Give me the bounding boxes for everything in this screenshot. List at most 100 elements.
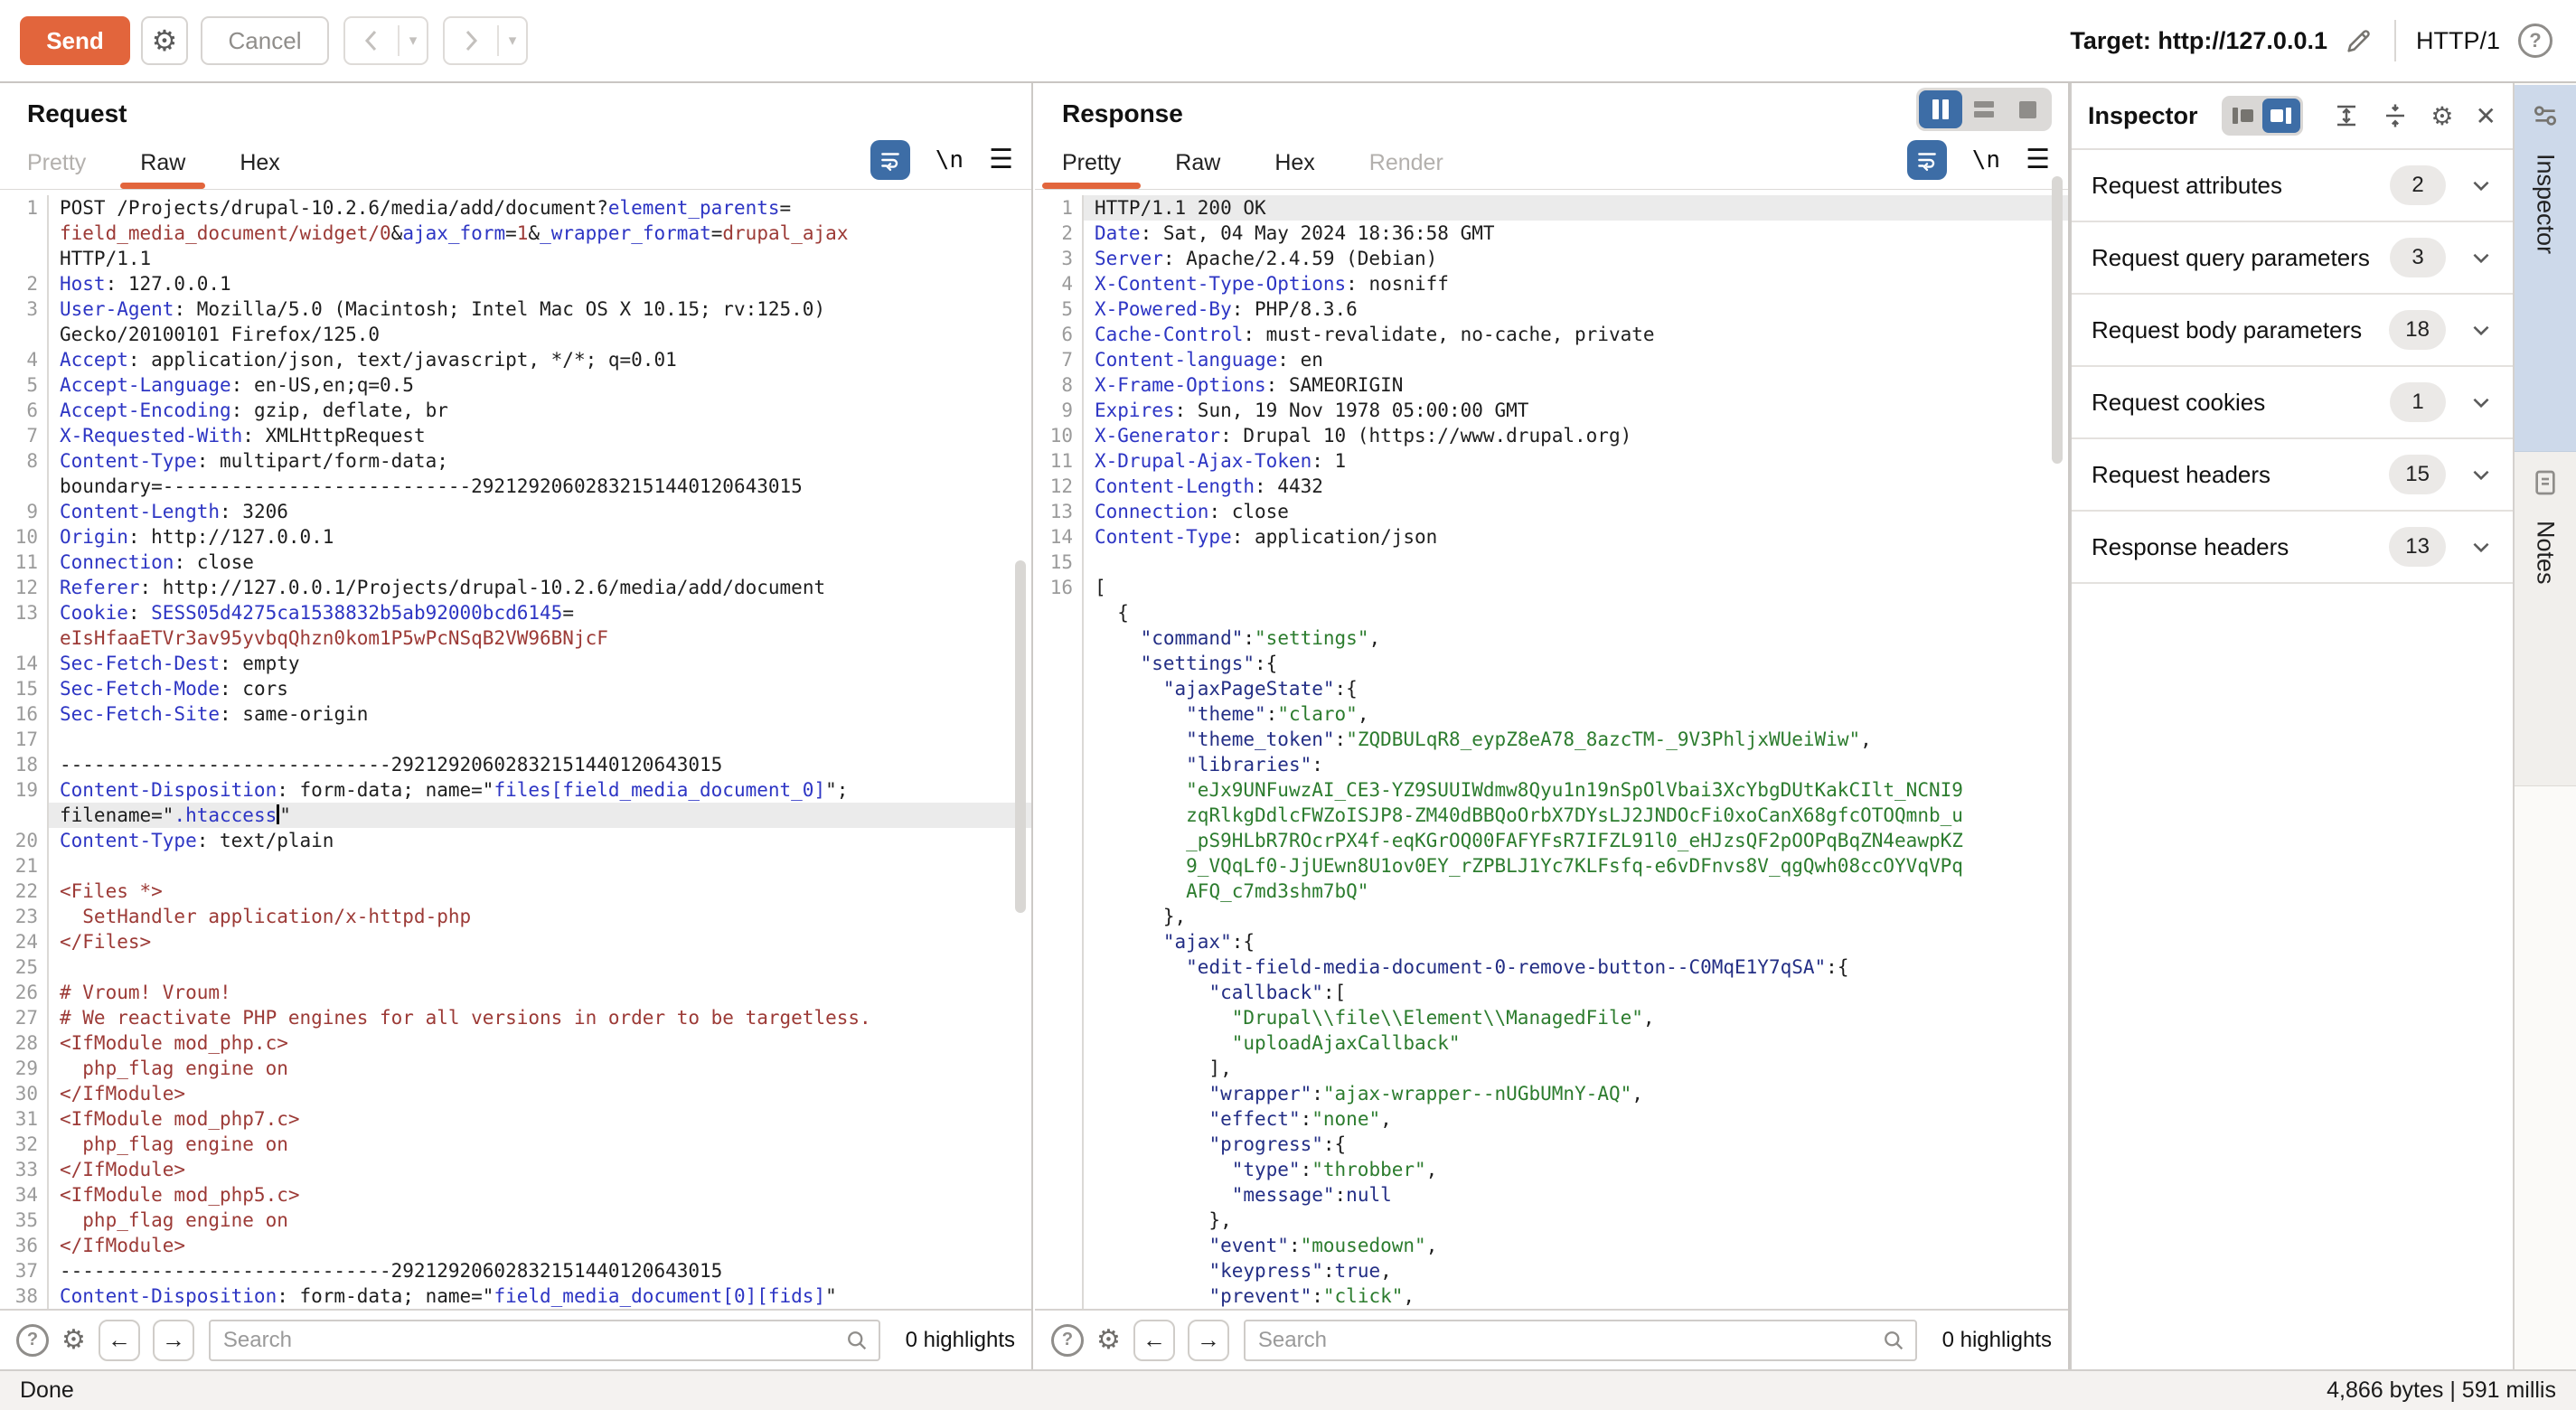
editor-menu-icon[interactable]: ☰ [2026,146,2050,174]
code-line[interactable]: 13Cookie: SESS05d4275ca1538832b5ab92000b… [0,600,1031,625]
code-line[interactable]: 29 php_flag engine on [0,1056,1031,1081]
code-line[interactable]: zqRlkgDdlcFWZoISJP8-ZM40dBBQoOrbX7DYsLJ2… [1035,803,2068,828]
code-line[interactable]: 12Referer: http://127.0.0.1/Projects/dru… [0,575,1031,600]
layout-single-button[interactable] [2006,90,2049,128]
code-line[interactable]: AFQ_c7md3shm7bQ" [1035,879,2068,904]
code-line[interactable]: 26# Vroum! Vroum! [0,980,1031,1005]
edit-target-button[interactable] [2344,25,2374,56]
word-wrap-icon[interactable] [870,140,910,180]
tab-hex[interactable]: Hex [1274,150,1314,189]
code-line[interactable]: 23 SetHandler application/x-httpd-php [0,904,1031,929]
show-newlines-icon[interactable]: \n [935,146,964,174]
code-line[interactable]: 30</IfModule> [0,1081,1031,1106]
sidebar-tab-notes[interactable]: Notes [2515,452,2576,786]
back-dropdown-icon[interactable]: ▾ [400,18,427,63]
code-line[interactable]: 9Content-Length: 3206 [0,499,1031,524]
search-next-button[interactable]: → [1188,1320,1229,1361]
code-line[interactable]: "effect":"none", [1035,1106,2068,1132]
code-line[interactable]: 6Cache-Control: must-revalidate, no-cach… [1035,322,2068,347]
code-line[interactable]: 5X-Powered-By: PHP/8.3.6 [1035,296,2068,322]
search-help-icon[interactable]: ? [1051,1324,1084,1357]
code-line[interactable]: 11Connection: close [0,550,1031,575]
code-line[interactable]: "prevent":"click", [1035,1283,2068,1309]
tab-pretty[interactable]: Pretty [27,150,86,189]
code-line[interactable]: 3User-Agent: Mozilla/5.0 (Macintosh; Int… [0,296,1031,322]
code-line[interactable]: _pS9HLbR7ROcrPX4f-eqKGrOQ00FAFYFsR7IFZL9… [1035,828,2068,853]
code-line[interactable]: 16[ [1035,575,2068,600]
code-line[interactable]: HTTP/1.1 [0,246,1031,271]
back-request-button[interactable]: ▾ [343,16,428,65]
tab-pretty[interactable]: Pretty [1062,150,1121,189]
code-line[interactable]: 4Accept: application/json, text/javascri… [0,347,1031,372]
search-prev-button[interactable]: ← [99,1320,140,1361]
code-line[interactable]: "edit-field-media-document-0-remove-butt… [1035,954,2068,980]
code-line[interactable]: "theme":"claro", [1035,701,2068,727]
code-line[interactable]: "message":null [1035,1182,2068,1208]
tab-render[interactable]: Render [1369,150,1443,189]
code-line[interactable]: "uploadAjaxCallback" [1035,1030,2068,1056]
code-line[interactable]: "progress":{ [1035,1132,2068,1157]
inspector-layout-left-button[interactable] [2224,99,2262,133]
show-newlines-icon[interactable]: \n [1972,146,2000,174]
code-line[interactable]: 1HTTP/1.1 200 OK [1035,195,2068,221]
send-button[interactable]: Send [20,16,130,65]
editor-menu-icon[interactable]: ☰ [989,146,1013,174]
response-scrollbar[interactable] [2052,176,2063,464]
code-line[interactable]: 18-----------------------------292129206… [0,752,1031,777]
code-line[interactable]: "type":"throbber", [1035,1157,2068,1182]
request-editor[interactable]: 1POST /Projects/drupal-10.2.6/media/add/… [0,190,1031,1309]
tab-hex[interactable]: Hex [240,150,279,189]
code-line[interactable]: 9_VQqLf0-JjUEwn8U1ov0EY_rZPBLJ1Yc7KLFsfq… [1035,853,2068,879]
expand-all-icon[interactable] [2333,102,2360,129]
code-line[interactable]: { [1035,600,2068,625]
code-line[interactable]: filename=".htaccess" [0,803,1031,828]
code-line[interactable]: eIsHfaaETVr3av95yvbqQhzn0kom1P5wPcNSqB2V… [0,625,1031,651]
code-line[interactable]: ], [1035,1056,2068,1081]
collapse-all-icon[interactable] [2382,102,2409,129]
inspector-section-request-query-parameters[interactable]: Request query parameters3 [2072,222,2513,295]
search-settings-icon[interactable]: ⚙ [61,1324,86,1356]
inspector-layout-right-button[interactable] [2262,99,2300,133]
code-line[interactable]: "eJx9UNFuwzAI_CE3-YZ9SUUIWdmw8Qyu1n19nSp… [1035,777,2068,803]
close-icon[interactable]: ✕ [2476,101,2496,131]
code-line[interactable]: 6Accept-Encoding: gzip, deflate, br [0,398,1031,423]
code-line[interactable]: 13Connection: close [1035,499,2068,524]
code-line[interactable]: boundary=---------------------------2921… [0,474,1031,499]
inspector-section-response-headers[interactable]: Response headers13 [2072,512,2513,584]
code-line[interactable]: 8X-Frame-Options: SAMEORIGIN [1035,372,2068,398]
code-line[interactable]: 25 [0,954,1031,980]
code-line[interactable]: 10X-Generator: Drupal 10 (https://www.dr… [1035,423,2068,448]
word-wrap-icon[interactable] [1907,140,1947,180]
tab-raw[interactable]: Raw [140,150,185,189]
code-line[interactable]: 36</IfModule> [0,1233,1031,1258]
code-line[interactable]: 15Sec-Fetch-Mode: cors [0,676,1031,701]
code-line[interactable]: 12Content-Length: 4432 [1035,474,2068,499]
code-line[interactable]: "Drupal\\file\\Element\\ManagedFile", [1035,1005,2068,1030]
code-line[interactable]: 8Content-Type: multipart/form-data; [0,448,1031,474]
request-search-input[interactable] [209,1320,880,1361]
search-help-icon[interactable]: ? [16,1324,49,1357]
response-search-input[interactable] [1244,1320,1917,1361]
code-line[interactable]: 32 php_flag engine on [0,1132,1031,1157]
code-line[interactable]: 24</Files> [0,929,1031,954]
code-line[interactable]: 2Date: Sat, 04 May 2024 18:36:58 GMT [1035,221,2068,246]
search-prev-button[interactable]: ← [1133,1320,1175,1361]
http-version-label[interactable]: HTTP/1 [2416,27,2500,55]
code-line[interactable]: 2Host: 127.0.0.1 [0,271,1031,296]
code-line[interactable]: "theme_token":"ZQDBULqR8_eypZ8eA78_8azcT… [1035,727,2068,752]
code-line[interactable]: 21 [0,853,1031,879]
code-line[interactable]: field_media_document/widget/0&ajax_form=… [0,221,1031,246]
inspector-settings-icon[interactable]: ⚙ [2430,101,2453,131]
help-icon[interactable]: ? [2518,24,2552,58]
code-line[interactable]: 33</IfModule> [0,1157,1031,1182]
code-line[interactable]: "wrapper":"ajax-wrapper--nUGbUMnY-AQ", [1035,1081,2068,1106]
code-line[interactable]: 27# We reactivate PHP engines for all ve… [0,1005,1031,1030]
code-line[interactable]: 14Content-Type: application/json [1035,524,2068,550]
code-line[interactable]: Gecko/20100101 Firefox/125.0 [0,322,1031,347]
inspector-section-request-attributes[interactable]: Request attributes2 [2072,150,2513,222]
tab-raw[interactable]: Raw [1175,150,1220,189]
code-line[interactable]: }, [1035,1208,2068,1233]
forward-request-button[interactable]: ▾ [443,16,528,65]
code-line[interactable]: 31<IfModule mod_php7.c> [0,1106,1031,1132]
code-line[interactable]: }, [1035,904,2068,929]
